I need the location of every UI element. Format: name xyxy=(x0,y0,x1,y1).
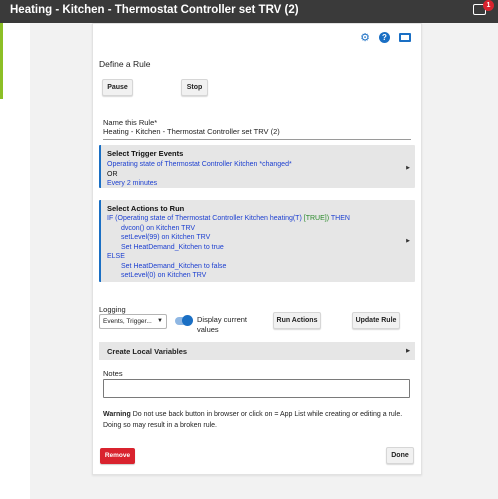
if-true-value: [TRUE]) xyxy=(303,215,330,222)
header-icons: ⚙ ? xyxy=(360,32,411,44)
action-else: ELSE xyxy=(107,253,125,260)
help-icon[interactable]: ? xyxy=(379,32,390,43)
warning-label: Warning xyxy=(103,411,131,418)
expand-arrow-icon: ▶ xyxy=(406,165,410,171)
left-pane xyxy=(0,23,30,499)
warning-text: Warning Do not use back button in browse… xyxy=(103,410,411,431)
app-header: Heating - Kitchen - Thermostat Controlle… xyxy=(0,0,498,23)
rule-name-input[interactable]: Heating - Kitchen - Thermostat Controlle… xyxy=(103,127,411,140)
notes-label: Notes xyxy=(103,369,123,378)
logging-label: Logging xyxy=(99,305,126,314)
stop-button[interactable]: Stop xyxy=(181,79,208,96)
display-current-label: Display current values xyxy=(197,315,247,335)
display-current-line1: Display current xyxy=(197,315,248,324)
toggle-knob xyxy=(182,315,193,326)
actions-section[interactable]: Select Actions to Run IF (Operating stat… xyxy=(99,200,415,282)
monitor-icon[interactable] xyxy=(399,33,411,42)
trigger-line: Every 2 minutes xyxy=(107,180,158,187)
action-line: setLevel(99) on Kitchen TRV xyxy=(121,234,211,241)
trigger-events-section[interactable]: Select Trigger Events Operating state of… xyxy=(99,145,415,188)
if-then: THEN xyxy=(330,215,350,222)
actions-title: Select Actions to Run xyxy=(107,204,185,213)
gear-icon[interactable]: ⚙ xyxy=(360,32,370,44)
trigger-or: OR xyxy=(107,170,118,178)
trigger-events-title: Select Trigger Events xyxy=(107,149,184,158)
display-current-toggle[interactable] xyxy=(175,315,193,326)
pause-button[interactable]: Pause xyxy=(102,79,133,96)
logging-select[interactable]: Events, Trigger... ▼ xyxy=(99,314,167,329)
action-if-line: IF (Operating state of Thermostat Contro… xyxy=(107,214,409,224)
chevron-down-icon: ▼ xyxy=(157,318,163,324)
app-title: Heating - Kitchen - Thermostat Controlle… xyxy=(10,4,299,16)
if-condition: IF (Operating state of Thermostat Contro… xyxy=(107,215,302,222)
rule-editor-card: ⚙ ? Define a Rule Pause Stop Name this R… xyxy=(92,23,422,475)
expand-arrow-icon: ▶ xyxy=(406,348,410,354)
warning-body: Do not use back button in browser or cli… xyxy=(103,411,403,429)
display-current-line2: values xyxy=(197,325,219,334)
action-line: Set HeatDemand_Kitchen to true xyxy=(121,243,224,251)
trigger-line: Operating state of Thermostat Controller… xyxy=(107,161,292,168)
done-button[interactable]: Done xyxy=(386,447,414,464)
remove-button[interactable]: Remove xyxy=(100,448,135,464)
notification-badge: 1 xyxy=(483,0,494,11)
expand-arrow-icon: ▶ xyxy=(406,238,410,244)
page-title: Define a Rule xyxy=(99,59,151,69)
logging-selected: Events, Trigger... xyxy=(103,318,152,325)
rule-name-label: Name this Rule* xyxy=(103,118,158,127)
update-rule-button[interactable]: Update Rule xyxy=(352,312,400,329)
run-actions-button[interactable]: Run Actions xyxy=(273,312,321,329)
action-line: dvcon() on Kitchen TRV xyxy=(121,224,196,232)
action-line: setLevel(0) on Kitchen TRV xyxy=(121,272,207,279)
local-variables-section[interactable]: Create Local Variables ▶ xyxy=(99,342,415,360)
status-bar xyxy=(0,23,3,99)
action-line: Set HeatDemand_Kitchen to false xyxy=(121,262,227,270)
local-variables-label: Create Local Variables xyxy=(107,347,188,356)
notes-input[interactable] xyxy=(103,379,410,398)
